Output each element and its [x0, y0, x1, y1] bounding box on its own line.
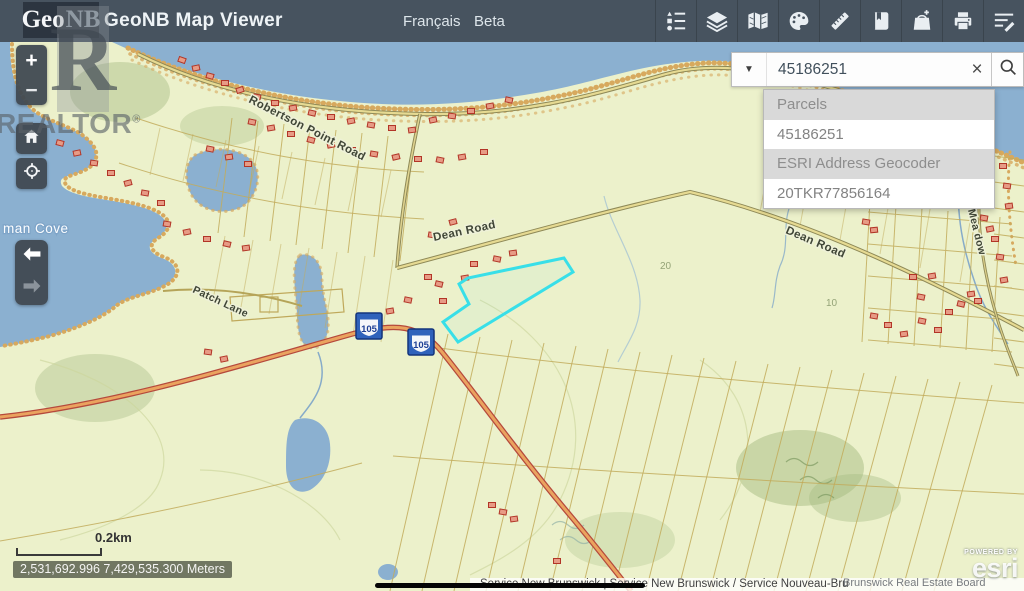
bookmarks-button[interactable] — [860, 0, 901, 42]
search-icon — [999, 58, 1017, 81]
clear-search-button[interactable]: × — [963, 53, 991, 86]
esri-logo: esri — [908, 556, 1018, 580]
legend-button[interactable] — [655, 0, 696, 42]
route-105-shield: 105 — [356, 313, 382, 339]
locate-icon — [23, 162, 41, 185]
search-source-dropdown-button[interactable]: ▼ — [732, 53, 767, 86]
map-label-lot-20: 20 — [660, 261, 672, 272]
result-group-geocoder: ESRI Address Geocoder — [764, 149, 994, 179]
shield-number: 105 — [361, 324, 378, 335]
search-input[interactable]: 45186251 — [767, 53, 963, 86]
map-label-lot-10: 10 — [826, 298, 838, 309]
language-link[interactable]: Français — [403, 0, 461, 42]
app-title: GeoNB Map Viewer — [104, 0, 283, 42]
logo-nb-text: NB — [66, 6, 101, 34]
layers-button[interactable] — [696, 0, 737, 42]
result-item-parcel[interactable]: 45186251 — [764, 120, 994, 150]
extent-nav-control — [15, 240, 48, 305]
layers-icon — [706, 10, 728, 32]
scale-label: 0.2km — [95, 530, 132, 545]
search-results-dropdown: Parcels 45186251 ESRI Address Geocoder 2… — [763, 89, 995, 209]
draw-button[interactable] — [778, 0, 819, 42]
home-button[interactable] — [16, 123, 47, 154]
top-bar: GeoNB GeoNB Map Viewer Français Beta — [0, 0, 1024, 42]
geonb-logo[interactable]: GeoNB — [23, 2, 99, 38]
forward-extent-button[interactable] — [15, 273, 48, 306]
book-icon — [870, 10, 892, 32]
search-bar: ▼ 45186251 × — [731, 52, 1024, 87]
menu-edit-icon — [993, 10, 1015, 32]
arrow-right-icon — [22, 278, 42, 299]
palette-icon — [788, 10, 810, 32]
scale-bar — [16, 548, 102, 556]
zoom-out-button[interactable]: − — [16, 75, 47, 105]
basemap-button[interactable] — [737, 0, 778, 42]
ruler-icon — [829, 10, 851, 32]
bag-plus-icon — [911, 10, 933, 32]
basemap-icon — [747, 10, 769, 32]
zoom-control: + − — [16, 45, 47, 105]
shield-number: 105 — [413, 340, 430, 351]
logo-geo-text: Geo — [22, 6, 65, 34]
locate-button[interactable] — [16, 158, 47, 189]
route-105-shield: 105 — [408, 329, 434, 355]
zoom-in-button[interactable]: + — [16, 45, 47, 75]
print-button[interactable] — [942, 0, 983, 42]
arrow-left-icon — [22, 246, 42, 267]
back-extent-button[interactable] — [15, 240, 48, 273]
printer-icon — [952, 10, 974, 32]
black-bar — [375, 583, 645, 588]
legend-icon — [665, 10, 687, 32]
esri-logo-block: POWERED BY esri — [908, 549, 1024, 580]
result-group-parcels: Parcels — [764, 90, 994, 120]
home-icon — [23, 128, 40, 150]
map-label-cove: man Cove — [3, 221, 69, 236]
search-submit-button[interactable] — [992, 53, 1023, 86]
geonb-map-viewer: 105 105 Robertson Point Road Dean Road D… — [0, 0, 1024, 591]
toolbar — [655, 0, 1024, 42]
beta-link[interactable]: Beta — [474, 0, 505, 42]
add-data-button[interactable] — [901, 0, 942, 42]
result-item-geocode[interactable]: 20TKR77856164 — [764, 179, 994, 209]
coordinates-readout: 2,531,692.996 7,429,535.300 Meters — [13, 561, 232, 578]
measure-button[interactable] — [819, 0, 860, 42]
menu-button[interactable] — [983, 0, 1024, 42]
